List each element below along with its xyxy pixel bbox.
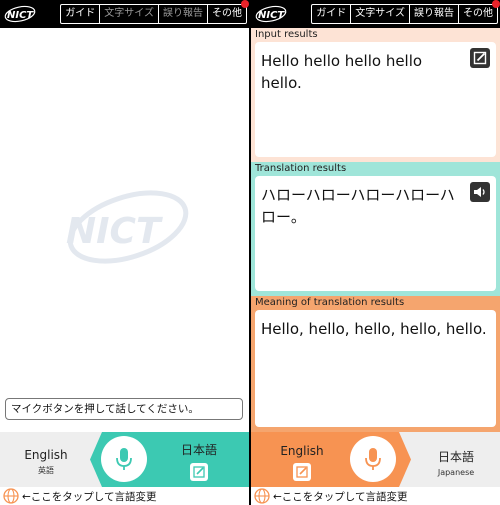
input-results-section: Input results Hello hello hello hello he… xyxy=(251,28,500,162)
globe-icon[interactable] xyxy=(254,488,270,504)
meaning-results-section: Meaning of translation results Hello, he… xyxy=(251,296,500,432)
translation-results-section: Translation results ハローハローハローハローハロー。 xyxy=(251,162,500,296)
speak-hint-bubble: マイクボタンを押して話してください。 xyxy=(5,398,243,420)
input-results-label: Input results xyxy=(255,29,318,40)
target-language-name: 日本語 xyxy=(437,450,474,464)
meaning-results-card: Hello, hello, hello, hello, hello. xyxy=(255,310,496,427)
edit-icon xyxy=(193,466,205,478)
svg-text:NICT: NICT xyxy=(66,211,163,252)
edit-button[interactable] xyxy=(190,463,208,481)
nict-logo: NICT xyxy=(4,5,36,23)
meaning-results-label: Meaning of translation results xyxy=(255,297,405,308)
error-report-menu-item[interactable]: 誤り報告 xyxy=(410,5,459,23)
language-bar: English 英語 日本語 xyxy=(0,432,249,487)
svg-text:NICT: NICT xyxy=(258,10,285,21)
meaning-results-text: Hello, hello, hello, hello, hello. xyxy=(261,320,487,338)
speaker-button[interactable] xyxy=(470,182,490,202)
source-language-name: English xyxy=(24,448,68,462)
translation-results-card: ハローハローハローハローハロー。 xyxy=(255,176,496,291)
edit-icon xyxy=(296,466,308,478)
source-language[interactable]: English 英語 xyxy=(0,432,92,487)
top-menu: ガイド 文字サイズ 誤り報告 その他 xyxy=(60,0,249,24)
top-bar: NICT ガイド 文字サイズ 誤り報告 その他 xyxy=(0,0,249,28)
edit-input-button[interactable] xyxy=(470,48,490,68)
guide-menu-item[interactable]: ガイド xyxy=(312,5,352,23)
mic-button[interactable] xyxy=(350,436,396,482)
other-menu-item[interactable]: その他 xyxy=(459,0,500,23)
other-menu-label: その他 xyxy=(463,8,493,19)
left-screen: NICT ガイド 文字サイズ 誤り報告 その他 NICT マイクボタンを押して話… xyxy=(0,0,249,505)
input-results-text: Hello hello hello hello hello. xyxy=(261,52,423,92)
edit-button[interactable] xyxy=(293,463,311,481)
error-report-menu-item[interactable]: 誤り報告 xyxy=(159,5,208,23)
source-language[interactable]: English xyxy=(277,432,327,487)
mic-icon xyxy=(116,448,132,470)
language-bar: English 日本語 Japanese xyxy=(251,432,500,487)
target-language[interactable]: 日本語 Japanese xyxy=(429,432,483,487)
svg-text:NICT: NICT xyxy=(7,10,34,21)
mic-button[interactable] xyxy=(101,436,147,482)
source-language-name: English xyxy=(280,444,324,458)
change-language-hint[interactable]: ←ここをタップして言語変更 xyxy=(22,489,156,504)
font-size-menu-item[interactable]: 文字サイズ xyxy=(351,5,410,23)
change-language-hint[interactable]: ←ここをタップして言語変更 xyxy=(273,489,407,504)
top-menu: ガイド 文字サイズ 誤り報告 その他 xyxy=(311,0,500,24)
font-size-menu-item[interactable]: 文字サイズ xyxy=(100,5,159,23)
translation-results-text: ハローハローハローハローハロー。 xyxy=(261,186,455,226)
source-language-sub: 英語 xyxy=(38,466,54,475)
nict-logo: NICT xyxy=(255,5,287,23)
mic-icon xyxy=(365,448,381,470)
input-results-card: Hello hello hello hello hello. xyxy=(255,42,496,157)
edit-icon xyxy=(473,51,487,65)
right-screen: NICT ガイド 文字サイズ 誤り報告 その他 Input results He… xyxy=(251,0,500,505)
nict-watermark-logo: NICT xyxy=(66,190,189,264)
target-language-name: 日本語 xyxy=(180,443,217,457)
speaker-icon xyxy=(474,187,485,197)
top-bar: NICT ガイド 文字サイズ 誤り報告 その他 xyxy=(251,0,500,28)
bottom-bar: ←ここをタップして言語変更 xyxy=(0,487,249,505)
globe-icon[interactable] xyxy=(3,488,19,504)
guide-menu-item[interactable]: ガイド xyxy=(61,5,101,23)
notification-dot xyxy=(492,0,500,8)
bottom-bar: ←ここをタップして言語変更 xyxy=(251,487,500,505)
other-menu-item[interactable]: その他 xyxy=(208,0,249,23)
target-language-sub: Japanese xyxy=(437,468,475,477)
other-menu-label: その他 xyxy=(212,8,242,19)
notification-dot xyxy=(241,0,249,8)
translation-results-label: Translation results xyxy=(255,163,347,174)
target-language[interactable]: 日本語 xyxy=(176,432,222,487)
